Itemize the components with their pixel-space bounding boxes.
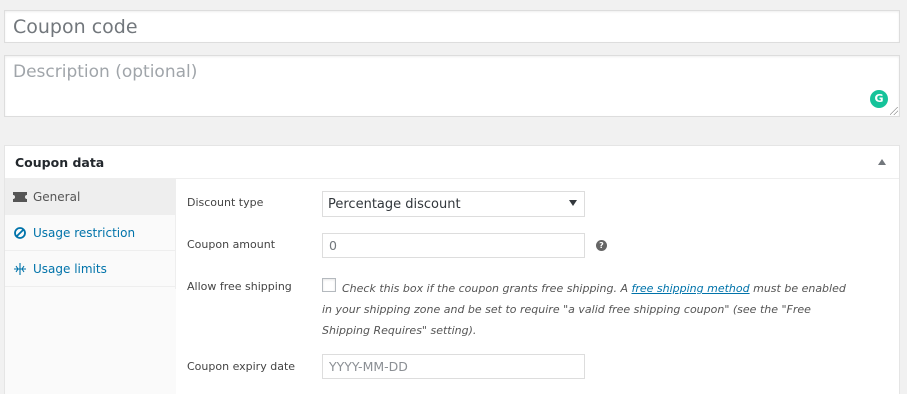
discount-type-value: Percentage discount xyxy=(328,196,461,212)
chevron-down-icon xyxy=(569,200,577,206)
discount-type-label: Discount type xyxy=(187,196,264,209)
discount-type-select[interactable]: Percentage discount xyxy=(322,191,585,217)
free-shipping-description: Check this box if the coupon grants free… xyxy=(322,278,847,341)
grammarly-icon[interactable]: G xyxy=(870,90,888,108)
expiry-date-input[interactable] xyxy=(322,354,585,379)
free-shipping-method-link[interactable]: free shipping method xyxy=(631,282,749,295)
collapse-toggle-icon[interactable] xyxy=(878,159,886,165)
tab-usage-restriction[interactable]: Usage restriction xyxy=(5,215,175,251)
coupon-amount-input[interactable] xyxy=(322,233,585,258)
coupon-code-input[interactable] xyxy=(4,10,900,43)
coupon-data-panel: Coupon data General Usage restriction Us… xyxy=(4,145,900,394)
description-text: Check this box if the coupon grants free… xyxy=(342,282,632,295)
description-field: G xyxy=(4,55,900,117)
coupon-data-tabs: General Usage restriction Usage limits xyxy=(5,179,176,394)
block-icon xyxy=(13,226,27,240)
tab-usage-limits[interactable]: Usage limits xyxy=(5,251,175,287)
tab-label: Usage limits xyxy=(33,261,107,276)
general-options: Discount type Percentage discount Coupon… xyxy=(176,179,899,394)
ticket-icon xyxy=(13,190,27,204)
help-icon[interactable]: ? xyxy=(596,240,607,251)
panel-header[interactable]: Coupon data xyxy=(5,146,899,179)
free-shipping-checkbox[interactable] xyxy=(322,278,336,292)
tab-label: General xyxy=(33,189,81,204)
expiry-date-label: Coupon expiry date xyxy=(187,360,296,373)
coupon-amount-label: Coupon amount xyxy=(187,238,276,251)
panel-title: Coupon data xyxy=(15,154,105,170)
tab-general[interactable]: General xyxy=(5,179,175,215)
limits-icon xyxy=(13,262,27,276)
tab-label: Usage restriction xyxy=(33,225,136,240)
free-shipping-label: Allow free shipping xyxy=(187,280,292,293)
description-textarea[interactable] xyxy=(5,56,899,116)
resize-handle[interactable] xyxy=(890,107,898,115)
